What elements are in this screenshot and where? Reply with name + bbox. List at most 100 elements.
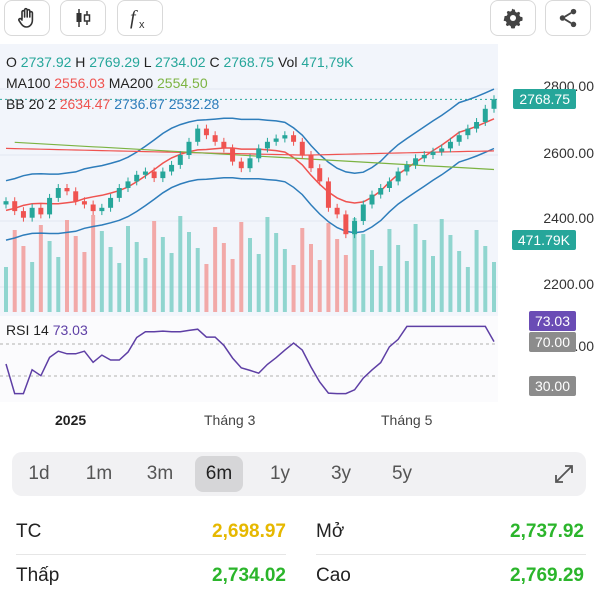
volume-bar: [12, 230, 17, 312]
candle-body: [474, 122, 480, 129]
candle-body: [334, 207, 340, 215]
low-value: 2734.02: [154, 54, 206, 70]
candle-body: [273, 138, 279, 142]
volume-bar: [73, 236, 78, 312]
volume-bar: [256, 254, 261, 312]
bb-mid-value: 2634.47: [59, 96, 111, 112]
high-stat-label: Cao: [316, 565, 351, 586]
candle-body: [134, 174, 140, 182]
volume-bar: [448, 235, 453, 312]
range-6m[interactable]: 6m: [195, 456, 243, 492]
hand-icon: [18, 7, 34, 28]
volume-bar: [230, 259, 235, 312]
range-5y[interactable]: 5y: [378, 456, 426, 492]
open-label: O: [6, 54, 17, 70]
high-label: H: [75, 54, 86, 70]
ma100-label: MA100: [6, 75, 51, 91]
range-3m[interactable]: 3m: [136, 456, 184, 492]
volume-bar: [404, 261, 409, 312]
volume-bar: [274, 233, 279, 312]
volume-bar: [457, 251, 462, 312]
candle-body: [413, 158, 419, 165]
volume-bar: [335, 239, 340, 312]
candle-body: [125, 181, 131, 188]
range-1m[interactable]: 1m: [75, 456, 123, 492]
candle-body: [430, 151, 436, 155]
tc-value: 2,698.97: [212, 521, 286, 542]
y-tick-2600: 2600.00: [543, 145, 594, 161]
volume-bar: [38, 225, 43, 312]
candle-body: [73, 191, 79, 202]
indicators-button[interactable]: f x: [117, 0, 163, 36]
close-value: 2768.75: [223, 54, 275, 70]
volume-bar: [309, 244, 313, 312]
candlestick-icon: [76, 9, 91, 27]
volume-bar: [47, 241, 52, 312]
candle-body: [20, 211, 26, 218]
stats-divider-left: [16, 554, 286, 555]
rsi-label: RSI 14: [6, 322, 49, 338]
candle-body: [29, 207, 35, 218]
volume-bar: [65, 220, 69, 312]
candle-body: [378, 188, 384, 195]
candle-body: [3, 201, 9, 205]
share-button[interactable]: [545, 0, 591, 36]
share-icon: [559, 8, 577, 28]
candle-body: [177, 155, 183, 165]
candle-body: [360, 204, 366, 221]
open-value: 2737.92: [20, 54, 72, 70]
high-value: 2769.29: [89, 54, 140, 70]
volume-bar: [134, 242, 139, 312]
candle-body: [343, 214, 349, 235]
y-tick-2200: 2200.00: [543, 276, 594, 292]
volume-bar: [126, 226, 130, 312]
ma100-value: 2556.03: [54, 75, 105, 91]
candle-body: [90, 204, 96, 212]
volume-bar: [431, 256, 435, 312]
candle-body: [291, 135, 297, 142]
settings-button[interactable]: [490, 0, 536, 36]
volume-bar: [361, 234, 366, 312]
volume-bar: [56, 257, 61, 312]
close-label: C: [209, 54, 220, 70]
candle-body: [212, 135, 218, 142]
volume-label: Vol: [277, 54, 298, 70]
expand-icon: [555, 465, 573, 483]
volume-bar: [117, 263, 122, 312]
candle-body: [465, 128, 471, 136]
chart-type-button[interactable]: [60, 0, 106, 36]
stats-divider-right: [316, 554, 586, 555]
candle-body: [12, 201, 18, 212]
volume-bar: [439, 219, 444, 312]
x-label-2025: 2025: [55, 412, 87, 428]
volume-bar: [213, 227, 218, 312]
volume-bar: [474, 230, 479, 312]
price-chart[interactable]: O 2737.92 H 2769.29 L 2734.02 C 2768.75 …: [0, 44, 600, 404]
volume-bar: [492, 262, 496, 312]
hand-tool-button[interactable]: [4, 0, 50, 36]
candle-body: [369, 194, 375, 205]
range-3y[interactable]: 3y: [317, 456, 365, 492]
candle-body: [482, 108, 488, 122]
volume-bar: [160, 237, 165, 312]
x-label-may: Tháng 5: [381, 412, 433, 428]
volume-bar: [343, 255, 348, 312]
last-price-tag: 2768.75: [513, 89, 576, 109]
candle-body: [282, 135, 288, 139]
volume-bar: [465, 267, 470, 312]
range-1y[interactable]: 1y: [256, 456, 304, 492]
ma-legend: MA100 2556.03 MA200 2554.50: [6, 75, 208, 91]
candle-body: [256, 148, 262, 159]
volume-bar: [82, 252, 87, 312]
volume-bar: [187, 232, 191, 312]
x-label-march: Tháng 3: [204, 412, 256, 428]
candle-body: [230, 148, 236, 162]
expand-button[interactable]: [552, 462, 576, 486]
bb-label: BB 20 2: [6, 96, 56, 112]
candle-body: [421, 155, 427, 159]
volume-bar: [248, 238, 252, 312]
ohlc-legend: O 2737.92 H 2769.29 L 2734.02 C 2768.75 …: [6, 54, 354, 70]
rsi-30-tag: 30.00: [528, 376, 576, 396]
volume-bar: [221, 243, 226, 312]
range-1d[interactable]: 1d: [15, 456, 63, 492]
